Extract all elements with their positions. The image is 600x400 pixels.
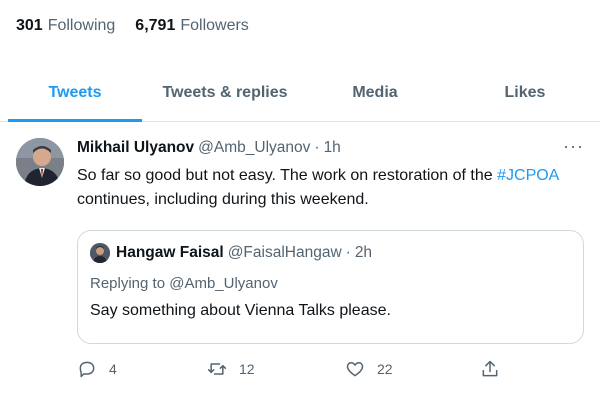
replying-to-mention: @Amb_Ulyanov: [169, 275, 278, 292]
followers-label: Followers: [180, 17, 249, 34]
tweet-text-after: continues, including during this weekend…: [77, 191, 369, 208]
reply-count: 4: [109, 361, 117, 377]
author-handle[interactable]: @Amb_Ulyanov: [198, 138, 310, 158]
replying-to: Replying to @Amb_Ulyanov: [90, 275, 571, 292]
tweet-content: Mikhail Ulyanov @Amb_Ulyanov · 1h So far…: [77, 138, 587, 212]
like-button[interactable]: 22: [345, 359, 393, 379]
quoted-author-name: Hangaw Faisal: [116, 244, 224, 261]
tweet-timestamp[interactable]: 1h: [324, 138, 341, 158]
tweet[interactable]: Mikhail Ulyanov @Amb_Ulyanov · 1h So far…: [0, 122, 600, 400]
followers-count: 6,791: [135, 17, 176, 34]
followers-link[interactable]: 6,791 Followers: [135, 17, 249, 35]
tweet-header: Mikhail Ulyanov @Amb_Ulyanov · 1h: [77, 138, 587, 158]
more-options-icon[interactable]: ···: [563, 136, 584, 157]
profile-stats: 301 Following 6,791 Followers: [16, 17, 249, 35]
retweet-icon: [207, 363, 227, 375]
profile-tabs: Tweets Tweets & replies Media Likes: [0, 65, 600, 122]
quoted-timestamp: 2h: [354, 244, 373, 261]
quoted-tweet-header: Hangaw Faisal @FaisalHangaw · 2h: [90, 243, 571, 263]
tab-likes[interactable]: Likes: [450, 65, 600, 121]
tweet-actions: 4 12 22: [77, 359, 517, 383]
reply-icon: [79, 361, 95, 378]
heart-icon: [346, 362, 364, 377]
retweet-count: 12: [239, 361, 255, 377]
tab-tweets-and-replies[interactable]: Tweets & replies: [150, 65, 300, 121]
quoted-avatar: [90, 243, 110, 263]
quoted-tweet[interactable]: Hangaw Faisal @FaisalHangaw · 2h Replyin…: [77, 230, 584, 344]
hashtag-link[interactable]: #JCPOA: [497, 167, 558, 184]
following-label: Following: [47, 17, 116, 34]
tab-media[interactable]: Media: [300, 65, 450, 121]
quoted-tweet-text: Say something about Vienna Talks please.: [90, 302, 391, 319]
author-name[interactable]: Mikhail Ulyanov: [77, 138, 194, 158]
following-link[interactable]: 301 Following: [16, 17, 115, 35]
quoted-author-handle: @FaisalHangaw: [227, 244, 342, 261]
share-button[interactable]: [480, 359, 500, 379]
tweet-text-before: So far so good but not easy. The work on…: [77, 167, 498, 184]
avatar[interactable]: [16, 138, 64, 186]
tab-tweets[interactable]: Tweets: [0, 65, 150, 122]
reply-button[interactable]: 4: [77, 359, 117, 379]
author-photo: [16, 138, 64, 186]
share-icon: [482, 360, 498, 377]
quoted-header-separator: ·: [345, 244, 351, 261]
retweet-button[interactable]: 12: [207, 359, 255, 379]
replying-to-label: Replying to: [90, 275, 166, 292]
header-separator: ·: [314, 139, 320, 156]
like-count: 22: [377, 361, 393, 377]
quoted-author-photo: [90, 243, 110, 263]
following-count: 301: [16, 17, 43, 34]
tweet-text: So far so good but not easy. The work on…: [77, 164, 587, 212]
